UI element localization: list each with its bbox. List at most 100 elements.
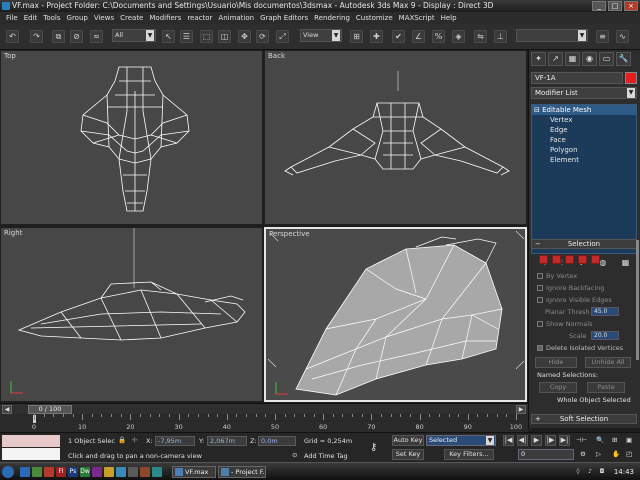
selection-rollout-header[interactable]: − Selection — [531, 239, 637, 249]
edge-level-icon[interactable] — [552, 255, 561, 264]
viewport-back[interactable]: Back — [264, 50, 527, 225]
reference-coord-dropdown[interactable]: View ▼ — [300, 29, 342, 42]
hierarchy-tab-icon[interactable]: ▦ — [565, 52, 580, 66]
select-rotate-icon[interactable]: ⟳ — [256, 30, 269, 43]
next-frame-icon[interactable]: |▶ — [545, 435, 556, 446]
taskbar-task-vf[interactable]: VF.max — [172, 466, 216, 478]
stack-subitem-polygon[interactable]: Polygon — [532, 145, 636, 155]
delete-isolated-checkbox[interactable]: Delete Isolated Vertices — [537, 344, 623, 352]
percent-snap-icon[interactable]: % — [432, 30, 445, 43]
panel-scrollbar[interactable] — [636, 240, 639, 360]
configure-sets-icon[interactable]: ▦ — [622, 258, 630, 272]
viewport-top[interactable]: Top — [0, 50, 263, 225]
rectangular-selection-icon[interactable]: ⬚ — [200, 30, 213, 43]
select-object-icon[interactable]: ↖ — [162, 30, 175, 43]
vertex-level-icon[interactable] — [539, 255, 548, 264]
quicklaunch-folder-icon[interactable] — [104, 467, 114, 477]
menu-tools[interactable]: Tools — [40, 12, 63, 24]
remove-modifier-icon[interactable]: ◍ — [599, 258, 606, 272]
time-configuration-icon[interactable]: ⚙ — [580, 450, 586, 458]
stack-subitem-face[interactable]: Face — [532, 135, 636, 145]
create-tab-icon[interactable]: ✦ — [531, 52, 546, 66]
scale-spinner[interactable]: 20.0 — [591, 331, 619, 340]
zoom-icon[interactable]: 🔍 — [596, 436, 604, 444]
quicklaunch-photoshop-icon[interactable]: Ps — [68, 467, 78, 477]
quicklaunch-extra2-icon[interactable] — [140, 467, 150, 477]
window-crossing-icon[interactable]: ◫ — [218, 30, 231, 43]
unlink-icon[interactable]: ⊘ — [70, 30, 83, 43]
go-to-end-icon[interactable]: ▶| — [559, 435, 570, 446]
polygon-level-icon[interactable] — [578, 255, 587, 264]
select-manipulate-icon[interactable]: ✚ — [370, 30, 383, 43]
quicklaunch-flash-icon[interactable]: Fl — [56, 467, 66, 477]
snaps-toggle-icon[interactable]: ✔ — [392, 30, 405, 43]
align-icon[interactable]: ⊥ — [494, 30, 507, 43]
copy-button[interactable]: Copy — [539, 382, 577, 393]
soft-selection-rollout-header[interactable]: + Soft Selection — [531, 414, 637, 424]
app-icon[interactable] — [2, 2, 10, 10]
show-normals-checkbox[interactable]: Show Normals — [537, 320, 593, 328]
modify-tab-icon[interactable]: ↗ — [548, 52, 563, 66]
key-mode-toggle-icon[interactable]: ⊣⊢ — [576, 436, 587, 444]
maxscript-output-mini[interactable] — [2, 448, 60, 460]
select-link-icon[interactable]: ⧉ — [52, 30, 65, 43]
quicklaunch-desktop-icon[interactable] — [20, 467, 30, 477]
maxscript-listener-mini[interactable] — [2, 435, 60, 447]
key-icon[interactable]: ⚷ — [370, 442, 377, 453]
field-of-view-icon[interactable]: ▷ — [596, 450, 601, 458]
taskbar-task-project[interactable]: - Project F... — [218, 466, 266, 478]
key-mode-dropdown[interactable]: Selected ▼ — [426, 435, 496, 446]
select-move-icon[interactable]: ✥ — [238, 30, 251, 43]
utilities-tab-icon[interactable]: 🔧 — [616, 52, 631, 66]
add-time-tag-button[interactable]: Add Time Tag — [304, 452, 348, 460]
z-coordinate-field[interactable]: 0,0m — [258, 436, 296, 446]
mirror-icon[interactable]: ⇋ — [474, 30, 487, 43]
maximize-button[interactable]: □ — [608, 1, 622, 11]
quicklaunch-ie-icon[interactable] — [32, 467, 42, 477]
play-icon[interactable]: ▶ — [531, 435, 542, 446]
viewport-right[interactable]: Right — [0, 227, 263, 402]
menu-graph-editors[interactable]: Graph Editors — [257, 12, 311, 24]
stack-item-editable-mesh[interactable]: ⊟ Editable Mesh — [532, 105, 636, 115]
menu-help[interactable]: Help — [438, 12, 460, 24]
select-by-name-icon[interactable]: ☰ — [180, 30, 193, 43]
x-coordinate-field[interactable]: -7,95m — [155, 436, 195, 446]
object-name-field[interactable]: VF-1A — [531, 72, 623, 84]
time-tag-icon[interactable]: ⊙ — [292, 451, 297, 459]
angle-snap-icon[interactable]: ∠ — [412, 30, 425, 43]
hide-button[interactable]: Hide — [535, 357, 577, 368]
current-frame-spinner[interactable]: 0 — [518, 449, 574, 460]
quicklaunch-messenger-icon[interactable] — [116, 467, 126, 477]
unhide-all-button[interactable]: Unhide All — [585, 357, 631, 368]
menu-animation[interactable]: Animation — [215, 12, 257, 24]
select-scale-icon[interactable]: ⤢ — [276, 30, 289, 43]
element-level-icon[interactable] — [591, 255, 600, 264]
set-key-button[interactable]: Set Key — [392, 449, 424, 460]
menu-rendering[interactable]: Rendering — [311, 12, 353, 24]
stack-subitem-vertex[interactable]: Vertex — [532, 115, 636, 125]
menu-group[interactable]: Group — [64, 12, 91, 24]
next-frame-arrow-icon[interactable]: ▶ — [516, 405, 526, 414]
quicklaunch-dreamweaver-icon[interactable]: Dw — [80, 467, 90, 477]
zoom-extents-icon[interactable]: ▣ — [626, 436, 632, 444]
menu-file[interactable]: File — [3, 12, 21, 24]
tray-network-icon[interactable]: ◊ — [574, 468, 582, 476]
tray-volume-icon[interactable]: ♪ — [586, 468, 594, 476]
by-vertex-checkbox[interactable]: By Vertex — [537, 272, 577, 280]
zoom-all-icon[interactable]: ⊞ — [612, 436, 617, 444]
lock-selection-icon[interactable]: 🔒 — [118, 436, 126, 444]
go-to-start-icon[interactable]: |◀ — [503, 435, 514, 446]
track-bar[interactable]: 0 10 20 30 40 50 60 70 80 90 100 — [0, 414, 528, 432]
curve-editor-icon[interactable]: ∿ — [616, 30, 629, 43]
quicklaunch-extra3-icon[interactable] — [152, 467, 162, 477]
close-button[interactable]: × — [624, 1, 638, 11]
modifier-list-dropdown[interactable]: Modifier List ▼ — [531, 87, 637, 99]
pivot-center-icon[interactable]: ⊞ — [350, 30, 363, 43]
display-tab-icon[interactable]: ▭ — [599, 52, 614, 66]
bind-spacewarp-icon[interactable]: ≈ — [90, 30, 103, 43]
time-slider-thumb[interactable]: 0 / 100 — [28, 405, 72, 414]
menu-edit[interactable]: Edit — [21, 12, 41, 24]
prev-frame-arrow-icon[interactable]: ◀ — [2, 405, 12, 414]
quicklaunch-app-icon[interactable] — [92, 467, 102, 477]
menu-create[interactable]: Create — [117, 12, 146, 24]
